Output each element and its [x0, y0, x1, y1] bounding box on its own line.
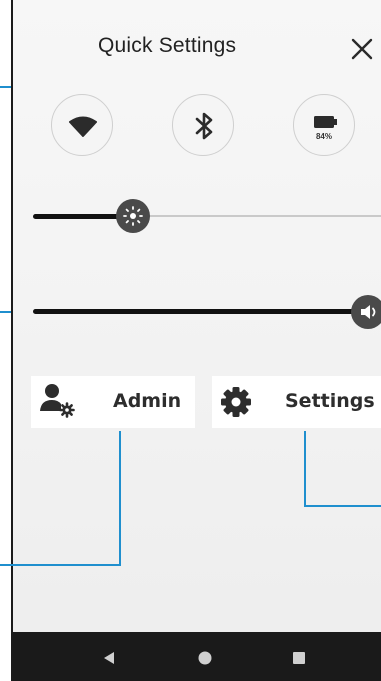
- battery-icon: [314, 116, 337, 128]
- volume-slider-fill: [33, 309, 363, 314]
- admin-tile-label: Admin: [113, 390, 182, 412]
- back-triangle-icon: [104, 652, 114, 664]
- admin-tile[interactable]: Admin: [31, 376, 195, 428]
- settings-tile-label: Settings: [285, 390, 375, 412]
- nav-recents-button[interactable]: [287, 646, 311, 670]
- quick-settings-panel: Quick Settings 84% Admin Settings: [11, 0, 381, 681]
- screen: Quick Settings 84% Admin Settings: [0, 0, 381, 681]
- volume-icon: [361, 305, 376, 319]
- settings-tile[interactable]: Settings: [212, 376, 381, 428]
- close-icon: [351, 38, 373, 60]
- callout-line-admin-horizontal: [0, 564, 121, 566]
- callout-line-admin-vertical: [119, 431, 121, 565]
- recents-square-icon: [293, 652, 305, 664]
- battery-button[interactable]: 84%: [293, 94, 355, 156]
- gear-icon: [221, 387, 251, 417]
- brightness-icon: [123, 206, 143, 226]
- callout-line-settings-vertical: [304, 431, 306, 506]
- close-button[interactable]: [349, 36, 375, 62]
- brightness-slider[interactable]: [33, 196, 381, 236]
- bluetooth-toggle-button[interactable]: [172, 94, 234, 156]
- page-title: Quick Settings: [98, 34, 237, 57]
- volume-slider-thumb[interactable]: [351, 295, 381, 329]
- battery-percentage: 84%: [315, 132, 332, 141]
- callout-line-settings-horizontal: [304, 505, 381, 507]
- wifi-toggle-button[interactable]: [51, 94, 113, 156]
- brightness-slider-track: [133, 215, 381, 217]
- admin-user-gear-icon: [40, 384, 75, 418]
- wifi-icon: [69, 116, 97, 137]
- nav-home-button[interactable]: [193, 646, 217, 670]
- navigation-bar: [13, 632, 381, 681]
- callout-line-wifi: [0, 86, 11, 88]
- brightness-slider-thumb[interactable]: [116, 199, 150, 233]
- bluetooth-icon: [195, 112, 213, 140]
- home-circle-icon: [198, 651, 212, 665]
- nav-back-button[interactable]: [97, 646, 121, 670]
- volume-slider[interactable]: [33, 292, 381, 332]
